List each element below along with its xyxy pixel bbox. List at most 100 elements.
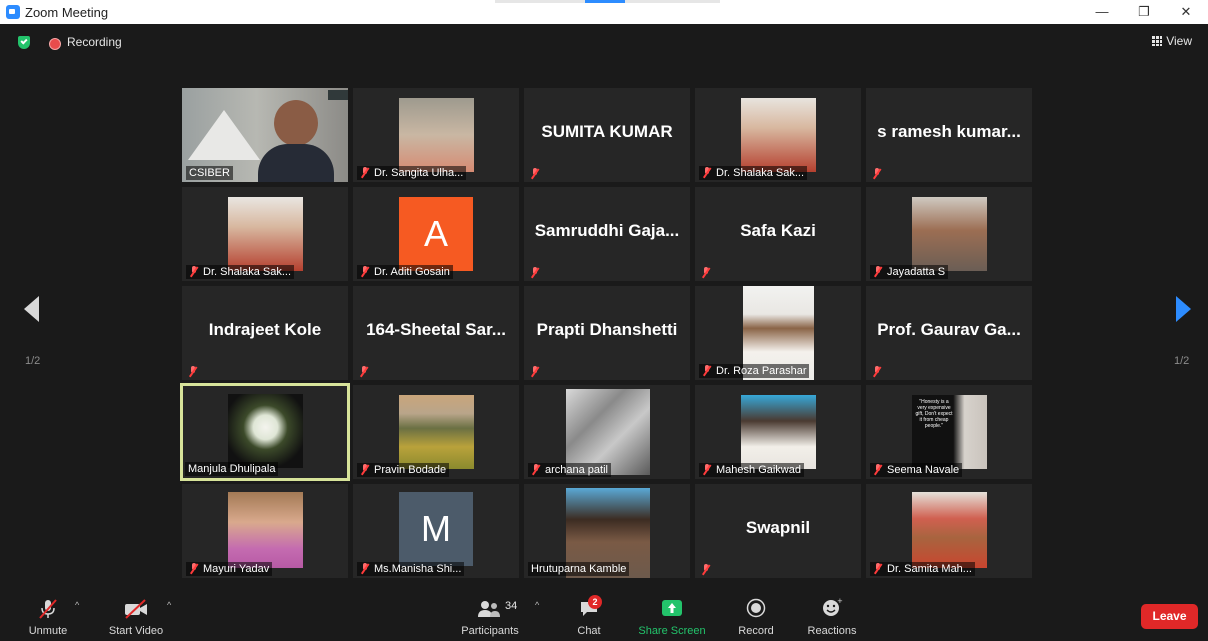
muted-mic-icon <box>530 366 540 376</box>
video-options-caret-icon[interactable]: ^ <box>167 600 175 610</box>
next-page-arrow-icon[interactable] <box>1176 296 1191 322</box>
encryption-shield-icon[interactable] <box>18 36 30 49</box>
share-screen-icon <box>662 600 682 616</box>
muted-mic-icon <box>873 266 883 276</box>
muted-mic-icon <box>702 365 712 375</box>
muted-mic-icon <box>188 366 198 376</box>
record-icon <box>746 598 766 618</box>
restore-button[interactable]: ❐ <box>1134 4 1154 20</box>
participant-tile[interactable]: CSIBER <box>182 88 348 182</box>
close-button[interactable]: ✕ <box>1176 4 1196 20</box>
muted-mic-icon <box>873 563 883 573</box>
page-indicator-left: 1/2 <box>25 355 41 367</box>
meeting-toolbar: Unmute ^ Start Video ^ 34 Participants ^… <box>0 592 1208 641</box>
participant-tile[interactable]: Prapti Dhanshetti <box>524 286 690 380</box>
muted-mic-icon <box>701 267 711 277</box>
participant-tile[interactable]: Samruddhi Gaja... <box>524 187 690 281</box>
participant-tile[interactable]: A Dr. Aditi Gosain <box>353 187 519 281</box>
muted-mic-icon <box>872 168 882 178</box>
participants-icon <box>478 601 500 617</box>
participant-name: Dr. Sangita Ulha... <box>357 166 467 180</box>
muted-mic-icon <box>530 168 540 178</box>
muted-mic-icon <box>360 464 370 474</box>
participant-tile[interactable]: Swapnil <box>695 484 861 578</box>
participant-tile[interactable]: Hrutuparna Kamble <box>524 484 690 578</box>
reactions-button[interactable]: + Reactions <box>804 592 860 641</box>
participant-photo <box>399 395 474 469</box>
participant-tile[interactable]: SUMITA KUMAR <box>524 88 690 182</box>
participant-name: Mayuri Yadav <box>186 562 273 576</box>
participant-tile[interactable]: 164-Sheetal Sar... <box>353 286 519 380</box>
audio-options-caret-icon[interactable]: ^ <box>75 600 83 610</box>
participant-tile[interactable]: Mahesh Gaikwad <box>695 385 861 479</box>
participants-label: Participants <box>461 625 519 637</box>
participant-name: Swapnil <box>745 518 811 537</box>
muted-mic-icon <box>360 167 370 177</box>
chat-button[interactable]: 2 Chat <box>572 592 606 641</box>
view-button[interactable]: View <box>1152 34 1192 48</box>
muted-mic-icon <box>702 464 712 474</box>
participant-tile[interactable]: Indrajeet Kole <box>182 286 348 380</box>
participant-photo <box>228 197 303 271</box>
avatar: A <box>399 197 473 271</box>
participant-name: Mahesh Gaikwad <box>699 463 804 477</box>
avatar: M <box>399 492 473 566</box>
participant-photo <box>912 492 987 568</box>
muted-mic-icon <box>873 464 883 474</box>
muted-mic-icon <box>359 366 369 376</box>
participant-tile[interactable]: s ramesh kumar... <box>866 88 1032 182</box>
participant-name: CSIBER <box>186 166 233 180</box>
participant-name: s ramesh kumar... <box>877 122 1021 141</box>
reactions-smiley-icon: + <box>823 597 843 616</box>
unmute-button[interactable]: Unmute <box>20 592 76 641</box>
participant-tile[interactable]: Dr. Shalaka Sak... <box>182 187 348 281</box>
muted-mic-icon <box>702 167 712 177</box>
participant-name: Dr. Samita Mah... <box>870 562 975 576</box>
participant-name: Pravin Bodade <box>357 463 450 477</box>
participant-tile[interactable]: Pravin Bodade <box>353 385 519 479</box>
svg-text:+: + <box>837 597 843 605</box>
participants-options-caret-icon[interactable]: ^ <box>535 600 543 610</box>
muted-mic-icon <box>189 266 199 276</box>
grid-icon <box>1152 36 1163 46</box>
participant-photo <box>228 394 303 468</box>
record-label: Record <box>738 625 774 637</box>
start-video-button[interactable]: Start Video <box>100 592 172 641</box>
recording-label[interactable]: Recording <box>67 35 122 49</box>
participant-photo <box>228 492 303 568</box>
participant-tile[interactable]: archana patil <box>524 385 690 479</box>
previous-page-arrow-icon[interactable] <box>24 296 39 322</box>
participant-tile[interactable]: Dr. Sangita Ulha... <box>353 88 519 182</box>
participant-tile[interactable]: Mayuri Yadav <box>182 484 348 578</box>
participant-tile[interactable]: Dr. Samita Mah... <box>866 484 1032 578</box>
participant-name: Dr. Roza Parashar <box>699 364 810 378</box>
participant-tile[interactable]: "Honesty is a very expensive gift, Don't… <box>866 385 1032 479</box>
participant-name: SUMITA KUMAR <box>541 122 673 141</box>
window-title: Zoom Meeting <box>25 5 109 20</box>
title-bar: Zoom Meeting — ❐ ✕ <box>0 0 1208 24</box>
share-screen-button[interactable]: Share Screen <box>636 592 708 641</box>
participant-tile[interactable]: Dr. Shalaka Sak... <box>695 88 861 182</box>
participants-button[interactable]: 34 Participants <box>455 592 525 641</box>
muted-mic-icon <box>531 464 541 474</box>
participant-name: Dr. Shalaka Sak... <box>699 166 808 180</box>
participant-name: 164-Sheetal Sar... <box>366 320 506 339</box>
muted-mic-icon <box>530 267 540 277</box>
zoom-logo-icon <box>6 5 20 19</box>
participant-tile[interactable]: M Ms.Manisha Shi... <box>353 484 519 578</box>
csiber-logo-icon <box>188 110 260 160</box>
leave-button[interactable]: Leave <box>1141 604 1198 629</box>
person-suit <box>258 144 334 182</box>
recording-icon <box>49 38 61 50</box>
participants-count: 34 <box>505 600 518 612</box>
record-button[interactable]: Record <box>734 592 778 641</box>
tab-indicator <box>585 0 625 3</box>
participant-tile[interactable]: Prof. Gaurav Ga... <box>866 286 1032 380</box>
participant-tile[interactable]: Dr. Roza Parashar <box>695 286 861 380</box>
minimize-button[interactable]: — <box>1092 4 1112 20</box>
participant-tile-active-speaker[interactable]: Manjula Dhulipala <box>180 383 350 481</box>
participant-name: archana patil <box>528 463 611 477</box>
participant-tile[interactable]: Jayadatta S <box>866 187 1032 281</box>
participant-tile[interactable]: Safa Kazi <box>695 187 861 281</box>
participant-name: Hrutuparna Kamble <box>528 562 630 576</box>
